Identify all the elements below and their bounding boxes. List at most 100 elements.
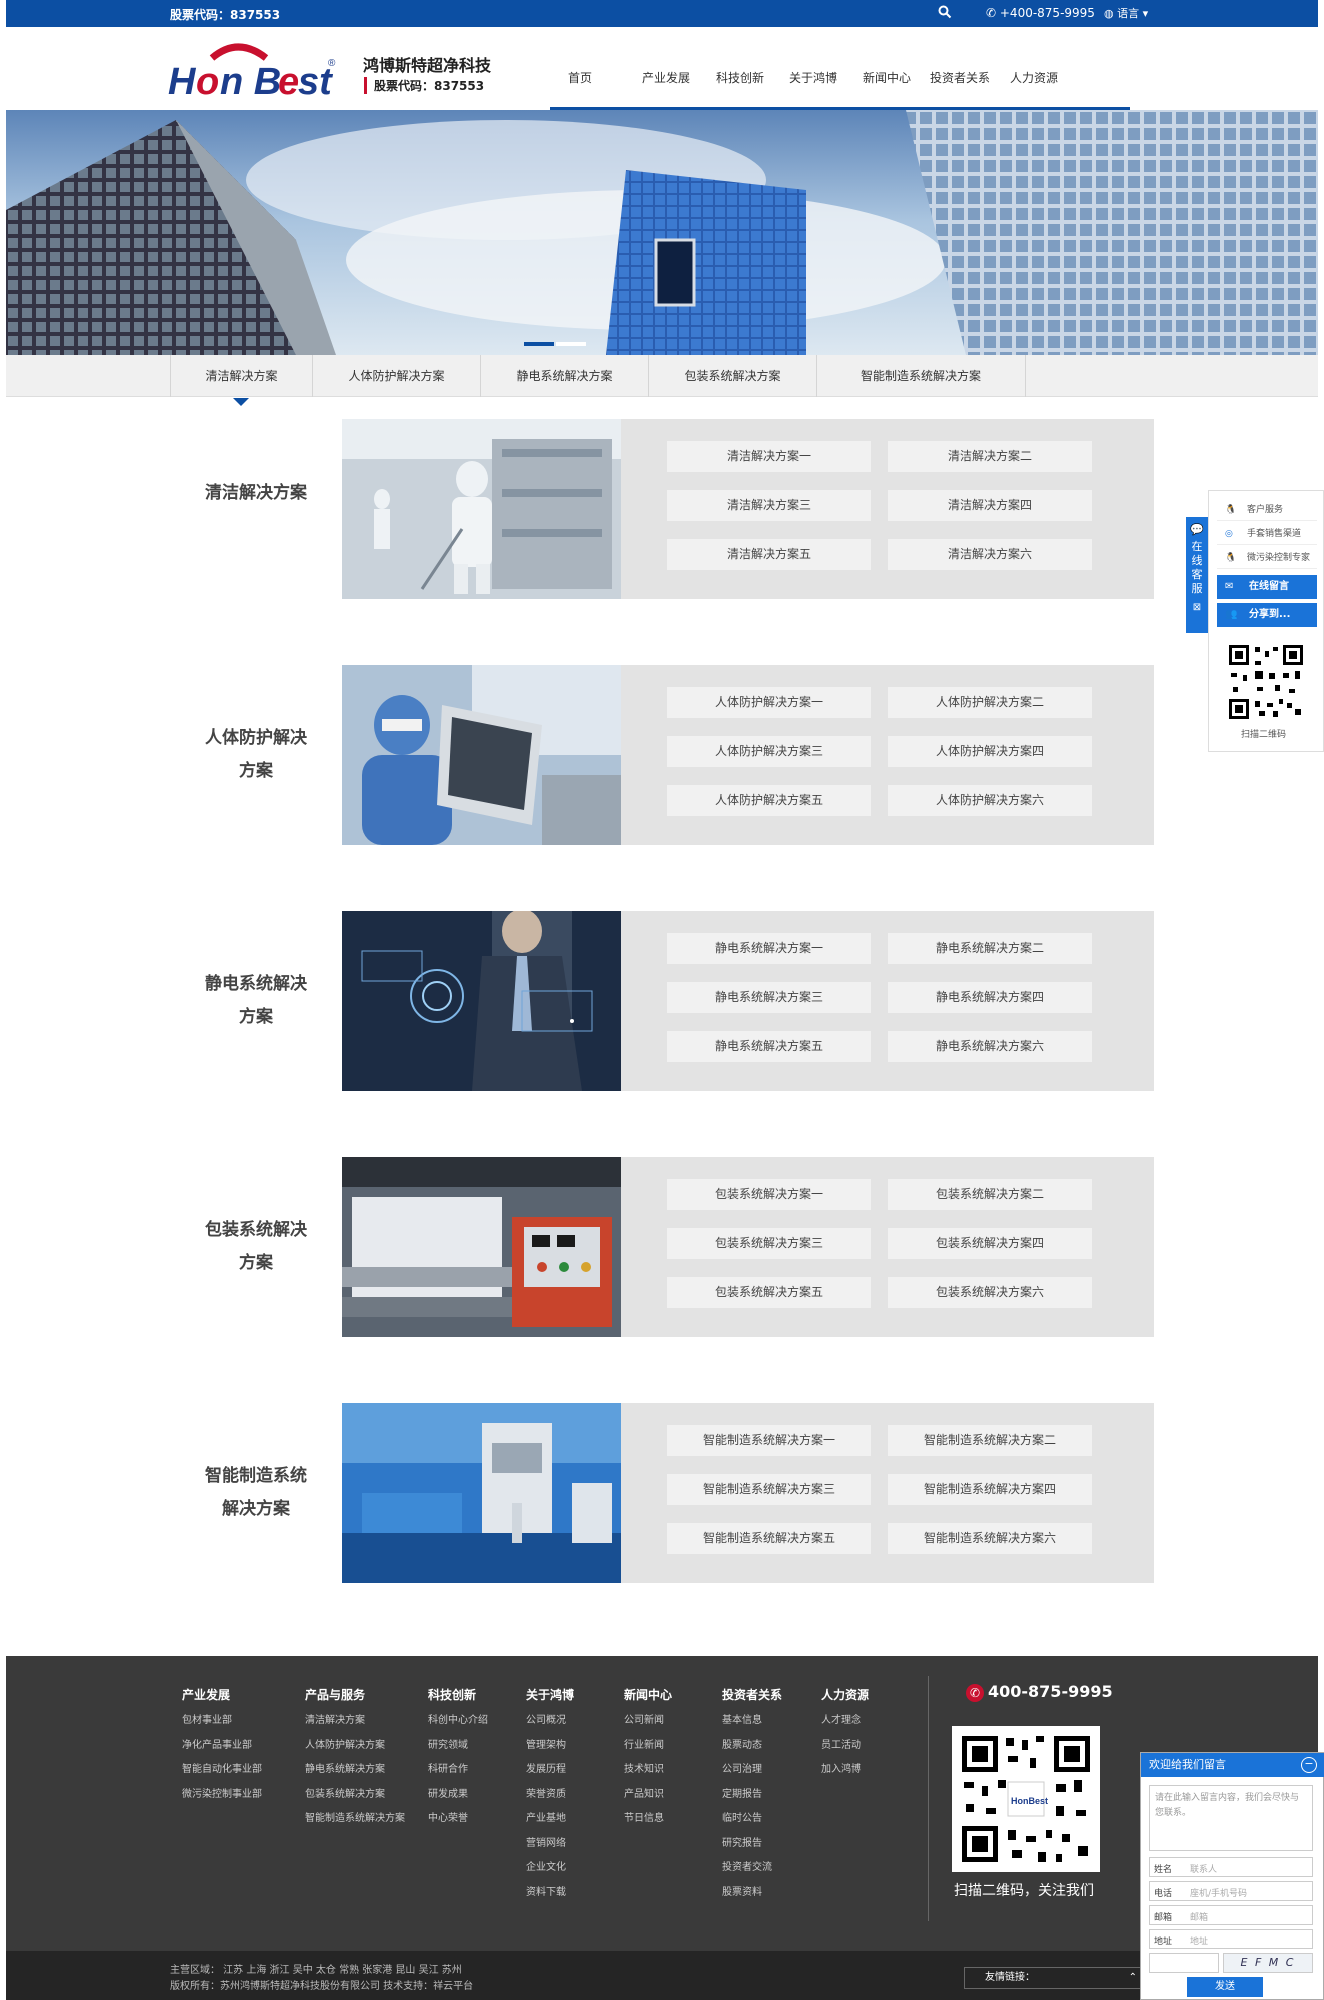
solution-link[interactable]: 人体防护解决方案四: [888, 736, 1092, 767]
footer-link[interactable]: 节日信息: [624, 1807, 672, 1832]
footer-link[interactable]: 临时公告: [722, 1807, 782, 1832]
solution-link[interactable]: 人体防护解决方案一: [667, 687, 871, 718]
footer-heading[interactable]: 新闻中心: [624, 1686, 672, 1703]
solution-link[interactable]: 包装系统解决方案二: [888, 1179, 1092, 1210]
solution-link[interactable]: 人体防护解决方案五: [667, 785, 871, 816]
service-item-expert[interactable]: 🐧 微污染控制专家: [1217, 547, 1317, 569]
captcha-image[interactable]: E F M C: [1223, 1953, 1313, 1973]
footer-heading[interactable]: 投资者关系: [722, 1686, 782, 1703]
footer-heading[interactable]: 产品与服务: [305, 1686, 405, 1703]
solution-link[interactable]: 包装系统解决方案一: [667, 1179, 871, 1210]
footer-link[interactable]: 公司概况: [526, 1709, 574, 1734]
tab-esd[interactable]: 静电系统解决方案: [480, 355, 648, 397]
footer-link[interactable]: 人才理念: [821, 1709, 869, 1734]
solution-link[interactable]: 智能制造系统解决方案二: [888, 1425, 1092, 1456]
footer-link[interactable]: 员工活动: [821, 1734, 869, 1759]
footer-link[interactable]: 企业文化: [526, 1856, 574, 1881]
footer-link[interactable]: 包装系统解决方案: [305, 1783, 405, 1808]
share-button[interactable]: 👥 分享到...: [1217, 603, 1317, 627]
nav-news[interactable]: 新闻中心: [863, 69, 930, 86]
nav-industry[interactable]: 产业发展: [642, 69, 716, 86]
solution-link[interactable]: 人体防护解决方案六: [888, 785, 1092, 816]
name-field[interactable]: 姓名 联系人: [1149, 1857, 1313, 1877]
friend-links-select[interactable]: 友情链接： ⌃: [964, 1967, 1144, 1989]
captcha-input[interactable]: [1149, 1953, 1219, 1973]
footer-link[interactable]: 人体防护解决方案: [305, 1734, 405, 1759]
solution-link[interactable]: 静电系统解决方案三: [667, 982, 871, 1013]
solution-link[interactable]: 清洁解决方案四: [888, 490, 1092, 521]
solution-link[interactable]: 静电系统解决方案六: [888, 1031, 1092, 1062]
tab-packaging[interactable]: 包装系统解决方案: [648, 355, 816, 397]
footer-link[interactable]: 资料下载: [526, 1881, 574, 1906]
footer-link[interactable]: 定期报告: [722, 1783, 782, 1808]
solution-link[interactable]: 包装系统解决方案三: [667, 1228, 871, 1259]
footer-link[interactable]: 研究领域: [428, 1734, 488, 1759]
footer-link[interactable]: 微污染控制事业部: [182, 1783, 262, 1808]
footer-link[interactable]: 智能制造系统解决方案: [305, 1807, 405, 1832]
online-service-tab[interactable]: 💬 在线客服 ⊠: [1186, 517, 1208, 633]
close-icon[interactable]: ⊠: [1186, 602, 1208, 613]
footer-link[interactable]: 研究报告: [722, 1832, 782, 1857]
solution-link[interactable]: 清洁解决方案五: [667, 539, 871, 570]
solution-link[interactable]: 智能制造系统解决方案四: [888, 1474, 1092, 1505]
footer-link[interactable]: 科研合作: [428, 1758, 488, 1783]
footer-link[interactable]: 产业基地: [526, 1807, 574, 1832]
footer-link[interactable]: 发展历程: [526, 1758, 574, 1783]
footer-link[interactable]: 基本信息: [722, 1709, 782, 1734]
nav-innovation[interactable]: 科技创新: [716, 69, 789, 86]
footer-link[interactable]: 包材事业部: [182, 1709, 262, 1734]
solution-link[interactable]: 包装系统解决方案四: [888, 1228, 1092, 1259]
solution-link[interactable]: 清洁解决方案一: [667, 441, 871, 472]
phone-field[interactable]: 电话 座机/手机号码: [1149, 1881, 1313, 1901]
solution-link[interactable]: 清洁解决方案二: [888, 441, 1092, 472]
footer-link[interactable]: 股票资料: [722, 1881, 782, 1906]
solution-link[interactable]: 静电系统解决方案四: [888, 982, 1092, 1013]
footer-link[interactable]: 管理架构: [526, 1734, 574, 1759]
footer-link[interactable]: 产品知识: [624, 1783, 672, 1808]
solution-link[interactable]: 清洁解决方案六: [888, 539, 1092, 570]
solution-link[interactable]: 静电系统解决方案五: [667, 1031, 871, 1062]
footer-link[interactable]: 技术知识: [624, 1758, 672, 1783]
solution-link[interactable]: 静电系统解决方案二: [888, 933, 1092, 964]
footer-link[interactable]: 营销网络: [526, 1832, 574, 1857]
footer-link[interactable]: 中心荣誉: [428, 1807, 488, 1832]
tab-cleaning[interactable]: 清洁解决方案: [170, 355, 312, 397]
footer-link[interactable]: 公司新闻: [624, 1709, 672, 1734]
message-textarea[interactable]: 请在此输入留言内容，我们会尽快与您联系。: [1149, 1785, 1313, 1851]
footer-heading[interactable]: 人力资源: [821, 1686, 869, 1703]
footer-link[interactable]: 科创中心介绍: [428, 1709, 488, 1734]
footer-heading[interactable]: 产业发展: [182, 1686, 262, 1703]
email-field[interactable]: 邮箱 邮箱: [1149, 1905, 1313, 1925]
address-field[interactable]: 地址 地址: [1149, 1929, 1313, 1949]
minimize-icon[interactable]: −: [1301, 1757, 1317, 1773]
footer-link[interactable]: 投资者交流: [722, 1856, 782, 1881]
footer-link[interactable]: 智能自动化事业部: [182, 1758, 262, 1783]
solution-link[interactable]: 智能制造系统解决方案五: [667, 1523, 871, 1554]
solution-link[interactable]: 智能制造系统解决方案三: [667, 1474, 871, 1505]
footer-link[interactable]: 加入鸿博: [821, 1758, 869, 1783]
footer-link[interactable]: 股票动态: [722, 1734, 782, 1759]
footer-link[interactable]: 静电系统解决方案: [305, 1758, 405, 1783]
solution-link[interactable]: 清洁解决方案三: [667, 490, 871, 521]
nav-about[interactable]: 关于鸿博: [789, 69, 863, 86]
service-item-gloves[interactable]: ◎ 手套销售渠道: [1217, 523, 1317, 545]
banner-dot-2[interactable]: [556, 342, 586, 346]
solution-link[interactable]: 人体防护解决方案二: [888, 687, 1092, 718]
tab-smart-manufacturing[interactable]: 智能制造系统解决方案: [816, 355, 1026, 397]
solution-link[interactable]: 包装系统解决方案五: [667, 1277, 871, 1308]
solution-link[interactable]: 智能制造系统解决方案一: [667, 1425, 871, 1456]
footer-link[interactable]: 清洁解决方案: [305, 1709, 405, 1734]
footer-heading[interactable]: 科技创新: [428, 1686, 488, 1703]
logo[interactable]: H o n B e st ®: [168, 42, 338, 98]
send-button[interactable]: 发送: [1187, 1977, 1263, 1997]
search-icon[interactable]: [938, 5, 954, 21]
solution-link[interactable]: 人体防护解决方案三: [667, 736, 871, 767]
footer-link[interactable]: 公司治理: [722, 1758, 782, 1783]
service-item-customer[interactable]: 🐧 客户服务: [1217, 499, 1317, 521]
footer-link[interactable]: 荣誉资质: [526, 1783, 574, 1808]
nav-home[interactable]: 首页: [568, 69, 642, 86]
solution-link[interactable]: 静电系统解决方案一: [667, 933, 871, 964]
nav-investor[interactable]: 投资者关系: [930, 69, 1010, 86]
language-select[interactable]: ◍ 语言 ▾: [1104, 5, 1148, 21]
footer-link[interactable]: 研发成果: [428, 1783, 488, 1808]
